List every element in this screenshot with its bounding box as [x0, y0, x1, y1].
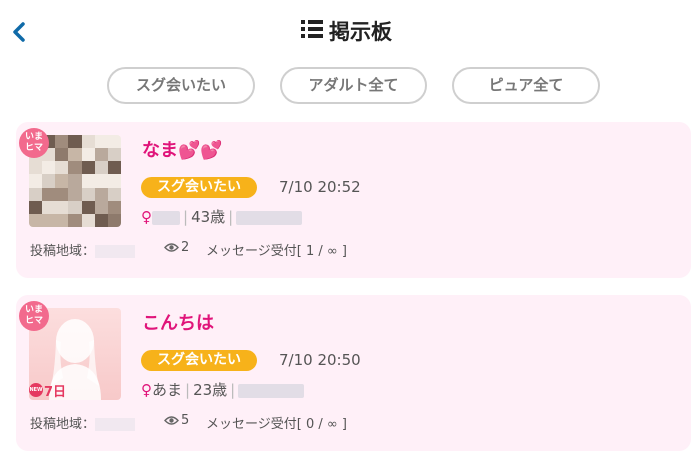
- page-title: 掲示板: [329, 20, 392, 44]
- new-days: 7日: [44, 384, 67, 400]
- area-label: 投稿地域：: [30, 417, 96, 432]
- filter-sugu-aitai-button[interactable]: スグ会いたい: [107, 67, 255, 104]
- post-meta: 投稿地域： 5 メッセージ受付[ 0 / ∞ ]: [30, 413, 690, 432]
- view-count: 5: [164, 413, 189, 428]
- post-card[interactable]: いま ヒマ NEW 7日 こんちは スグ会いたい 7/10 20:50 ♀あま | 2…: [16, 295, 691, 451]
- post-meta: 投稿地域： 2 メッセージ受付[ 1 / ∞ ]: [30, 240, 690, 259]
- view-count: 2: [164, 240, 189, 255]
- profile-info: ♀ | 43歳 |: [141, 207, 303, 227]
- nickname-blurred: [152, 210, 180, 225]
- area-label: 投稿地域：: [30, 244, 96, 259]
- nickname: あま: [152, 381, 183, 399]
- area-blurred: [95, 245, 136, 258]
- area-blurred: [95, 418, 136, 431]
- post-title: なま💕💕: [142, 140, 223, 161]
- age: 43歳: [191, 208, 226, 226]
- post-tag: スグ会いたい: [141, 177, 257, 198]
- female-icon: ♀: [141, 208, 152, 226]
- region-blurred: [236, 210, 303, 225]
- filter-pure-all-button[interactable]: ピュア全て: [452, 67, 600, 104]
- message-status: メッセージ受付[ 1 / ∞ ]: [206, 244, 347, 259]
- eye-icon: [164, 416, 179, 425]
- post-time: 7/10 20:50: [279, 351, 361, 369]
- female-icon: ♀: [141, 381, 152, 399]
- age: 23歳: [193, 381, 228, 399]
- filter-adult-all-button[interactable]: アダルト全て: [280, 67, 427, 104]
- header: 掲示板: [0, 0, 693, 62]
- message-status: メッセージ受付[ 0 / ∞ ]: [206, 417, 347, 432]
- eye-icon: [164, 243, 179, 252]
- post-title: こんちは: [142, 313, 214, 334]
- new-icon: NEW: [29, 383, 43, 397]
- status-badge: いま ヒマ: [19, 128, 49, 158]
- post-time: 7/10 20:52: [279, 178, 361, 196]
- region-blurred: [238, 383, 305, 398]
- post-card[interactable]: いま ヒマ なま💕💕 スグ会いたい 7/10 20:52 ♀ | 43歳 | 投稿地域…: [16, 122, 691, 278]
- list-icon: [301, 19, 323, 43]
- status-badge: いま ヒマ: [19, 301, 49, 331]
- post-tag: スグ会いたい: [141, 350, 257, 371]
- new-badge: NEW 7日: [29, 381, 67, 400]
- profile-info: ♀あま | 23歳 |: [141, 380, 305, 400]
